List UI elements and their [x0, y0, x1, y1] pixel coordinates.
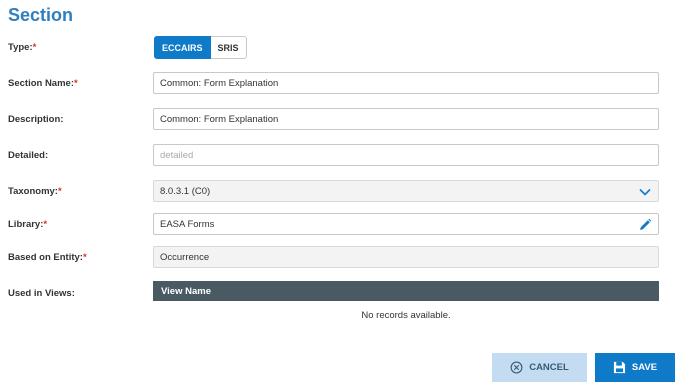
type-toggle: ECCAIRS SRIS — [154, 36, 247, 59]
taxonomy-value: 8.0.3.1 (C0) — [160, 185, 211, 197]
type-eccairs-button[interactable]: ECCAIRS — [154, 36, 211, 59]
cancel-button[interactable]: CANCEL — [492, 353, 587, 382]
library-label: Library:* — [8, 219, 47, 230]
library-label-text: Library: — [8, 219, 44, 230]
based-on-entity-label: Based on Entity:* — [8, 252, 87, 263]
save-button-label: SAVE — [631, 362, 658, 373]
type-sris-button[interactable]: SRIS — [210, 36, 247, 59]
based-on-entity-label-text: Based on Entity: — [8, 252, 83, 263]
description-label: Description: — [8, 114, 64, 125]
required-marker: * — [74, 78, 78, 89]
library-field[interactable]: EASA Forms — [153, 213, 659, 235]
section-name-label: Section Name:* — [8, 78, 78, 89]
required-marker: * — [82, 252, 87, 263]
required-marker: * — [43, 219, 48, 230]
description-value: Common: Form Explanation — [160, 113, 279, 125]
floppy-disk-icon — [613, 361, 625, 374]
view-name-column-header[interactable]: View Name — [153, 281, 659, 301]
close-circle-icon — [510, 361, 523, 374]
based-on-entity-field: Occurrence — [153, 246, 659, 268]
used-in-views-label: Used in Views: — [8, 288, 75, 299]
detailed-field[interactable]: detailed — [153, 144, 659, 166]
no-records-text: No records available. — [361, 310, 451, 321]
required-marker: * — [57, 186, 62, 197]
section-name-field[interactable]: Common: Form Explanation — [153, 72, 659, 94]
library-value: EASA Forms — [160, 218, 215, 230]
taxonomy-label: Taxonomy:* — [8, 186, 62, 197]
taxonomy-select[interactable]: 8.0.3.1 (C0) — [153, 180, 659, 202]
based-on-entity-value: Occurrence — [160, 251, 210, 263]
chevron-down-icon[interactable] — [638, 185, 652, 199]
required-marker: * — [32, 42, 37, 53]
detailed-label: Detailed: — [8, 150, 49, 161]
section-name-label-text: Section Name: — [8, 78, 74, 89]
cancel-button-label: CANCEL — [529, 362, 569, 373]
save-button[interactable]: SAVE — [595, 353, 675, 382]
pencil-icon[interactable] — [638, 218, 652, 232]
detailed-placeholder: detailed — [160, 149, 194, 161]
description-field[interactable]: Common: Form Explanation — [153, 108, 659, 130]
type-label-text: Type: — [8, 42, 33, 53]
type-label: Type:* — [8, 42, 36, 53]
taxonomy-label-text: Taxonomy: — [8, 186, 58, 197]
section-name-value: Common: Form Explanation — [160, 77, 279, 89]
page-title: Section — [8, 5, 74, 25]
